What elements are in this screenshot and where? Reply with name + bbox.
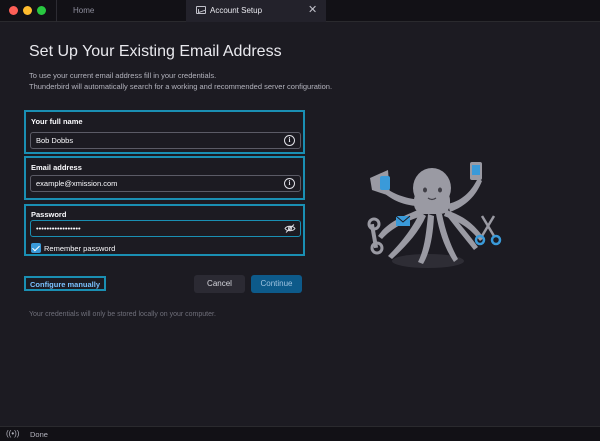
- tab-home-label: Home: [73, 6, 95, 15]
- cancel-button[interactable]: Cancel: [194, 275, 245, 293]
- status-text: Done: [30, 430, 48, 439]
- email-label: Email address: [31, 163, 82, 172]
- remember-password-label[interactable]: Remember password: [44, 244, 115, 253]
- subtitle-line-1: To use your current email address fill i…: [29, 71, 217, 80]
- info-icon[interactable]: i: [284, 135, 295, 146]
- privacy-footnote: Your credentials will only be stored loc…: [29, 311, 216, 318]
- subtitle-line-2: Thunderbird will automatically search fo…: [29, 82, 333, 91]
- window-maximize-button[interactable]: [37, 6, 46, 15]
- configure-manually-link[interactable]: Configure manually: [24, 276, 106, 291]
- password-value: •••••••••••••••••: [36, 224, 81, 233]
- full-name-value: Bob Dobbs: [36, 136, 74, 145]
- email-input[interactable]: example@xmission.com i: [30, 175, 301, 192]
- phone-icon: [470, 162, 482, 180]
- full-name-group: Your full name Bob Dobbs i: [24, 110, 305, 154]
- window-close-button[interactable]: [9, 6, 18, 15]
- full-name-input[interactable]: Bob Dobbs i: [30, 132, 301, 149]
- tab-account-setup[interactable]: Account Setup ✕: [186, 0, 326, 22]
- email-value: example@xmission.com: [36, 179, 118, 188]
- page-title: Set Up Your Existing Email Address: [29, 43, 282, 60]
- title-bar: Home Account Setup ✕: [0, 0, 600, 22]
- email-group: Email address example@xmission.com i: [24, 156, 305, 200]
- megaphone-icon: [370, 170, 390, 196]
- window-minimize-button[interactable]: [23, 6, 32, 15]
- status-bar: ((•)) Done: [0, 426, 600, 441]
- full-name-label: Your full name: [31, 117, 83, 126]
- configure-manually-label: Configure manually: [30, 280, 101, 289]
- tab-close-icon[interactable]: ✕: [308, 3, 317, 16]
- envelope-icon: [196, 6, 206, 14]
- info-icon[interactable]: i: [284, 178, 295, 189]
- radio-waves-icon[interactable]: ((•)): [6, 429, 19, 438]
- octopus-illustration: [367, 162, 502, 268]
- page-subtitle: To use your current email address fill i…: [29, 70, 332, 92]
- password-input[interactable]: •••••••••••••••••: [30, 220, 301, 237]
- envelope-icon: [395, 215, 411, 226]
- password-label: Password: [31, 210, 67, 219]
- tab-account-setup-label: Account Setup: [210, 6, 263, 15]
- continue-button[interactable]: Continue: [251, 275, 302, 293]
- password-group: Password ••••••••••••••••• Remember pass…: [24, 204, 305, 256]
- remember-password-checkbox[interactable]: [31, 243, 41, 253]
- tab-home[interactable]: Home: [56, 0, 186, 22]
- eye-slash-icon[interactable]: [284, 224, 296, 233]
